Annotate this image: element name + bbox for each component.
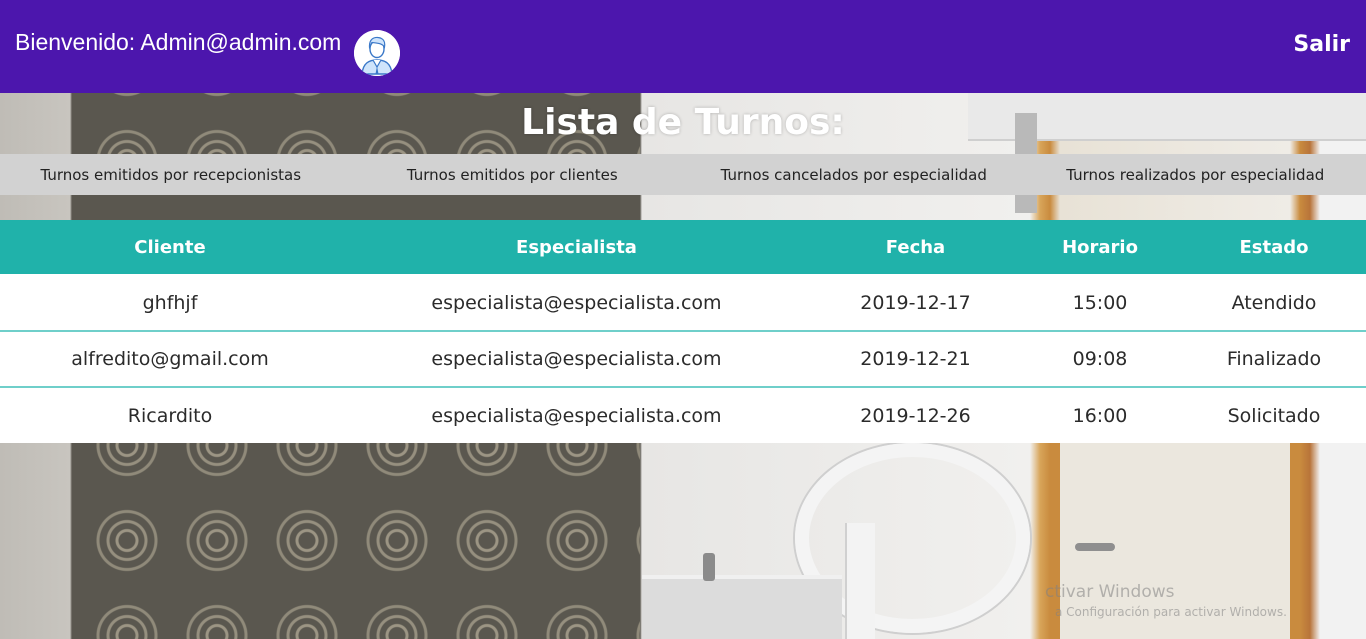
- top-navbar: Bienvenido: Admin@admin.com Salir: [0, 0, 1366, 93]
- cell-cliente: alfredito@gmail.com: [0, 331, 340, 388]
- column-header-fecha: Fecha: [813, 220, 1018, 276]
- cell-horario: 15:00: [1018, 275, 1182, 332]
- page-title: Lista de Turnos:: [521, 102, 845, 143]
- cell-cliente: ghfhjf: [0, 275, 340, 332]
- cell-especialista: especialista@especialista.com: [340, 331, 813, 388]
- report-link-cancelados[interactable]: Turnos cancelados por especialidad: [683, 166, 1025, 184]
- lamp-pole: [845, 523, 875, 639]
- column-header-especialista: Especialista: [340, 220, 813, 276]
- cell-cliente: Ricardito: [0, 387, 340, 443]
- reports-nav: Turnos emitidos por recepcionistas Turno…: [0, 154, 1366, 195]
- cell-fecha: 2019-12-17: [813, 275, 1018, 332]
- watermark-line-1: ctivar Windows: [1045, 582, 1175, 602]
- cell-horario: 16:00: [1018, 387, 1182, 443]
- door-handle: [1075, 543, 1115, 551]
- table-row: ghfhjf especialista@especialista.com 201…: [0, 275, 1366, 332]
- windows-activation-watermark: ctivar Windows a Configuración para acti…: [1045, 582, 1287, 619]
- cell-estado: Atendido: [1182, 275, 1366, 332]
- cell-fecha: 2019-12-26: [813, 387, 1018, 443]
- cell-estado: Finalizado: [1182, 331, 1366, 388]
- cell-estado: Solicitado: [1182, 387, 1366, 443]
- sink: [642, 575, 842, 639]
- table-row: alfredito@gmail.com especialista@especia…: [0, 331, 1366, 388]
- logout-link[interactable]: Salir: [1293, 32, 1350, 57]
- table-row: Ricardito especialista@especialista.com …: [0, 387, 1366, 443]
- report-link-realizados[interactable]: Turnos realizados por especialidad: [1025, 166, 1366, 184]
- report-link-clientes[interactable]: Turnos emitidos por clientes: [342, 166, 684, 184]
- welcome-text: Bienvenido: Admin@admin.com: [15, 29, 342, 55]
- column-header-horario: Horario: [1018, 220, 1182, 276]
- column-header-cliente: Cliente: [0, 220, 340, 276]
- cell-horario: 09:08: [1018, 331, 1182, 388]
- watermark-line-2: a Configuración para activar Windows.: [1055, 605, 1287, 619]
- column-header-estado: Estado: [1182, 220, 1366, 276]
- cell-especialista: especialista@especialista.com: [340, 387, 813, 443]
- table-header-row: Cliente Especialista Fecha Horario Estad…: [0, 220, 1366, 276]
- user-avatar-icon: [354, 30, 400, 76]
- cell-especialista: especialista@especialista.com: [340, 275, 813, 332]
- report-link-recepcionistas[interactable]: Turnos emitidos por recepcionistas: [0, 166, 342, 184]
- turnos-table: Cliente Especialista Fecha Horario Estad…: [0, 220, 1366, 443]
- cell-fecha: 2019-12-21: [813, 331, 1018, 388]
- tap: [703, 553, 715, 581]
